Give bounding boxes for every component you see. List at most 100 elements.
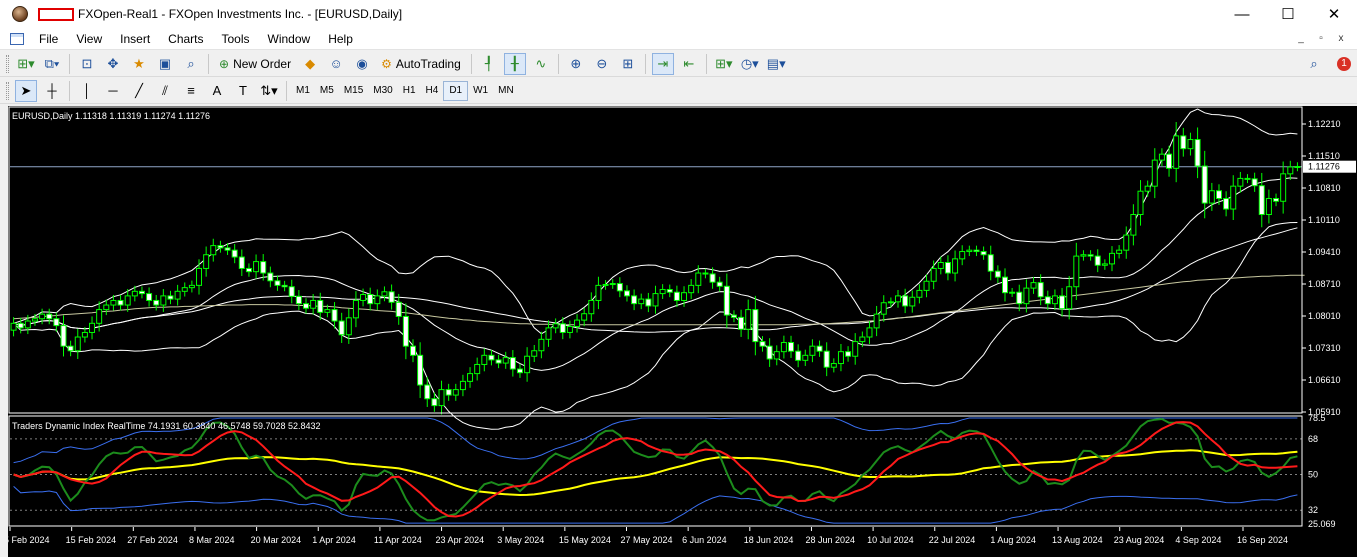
indicators-icon[interactable]: ⊞▾	[713, 53, 735, 75]
tf-d1[interactable]: D1	[443, 80, 469, 101]
candle	[645, 292, 652, 313]
equidistant-channel-icon[interactable]: ⫽	[154, 80, 176, 102]
crosshair-icon[interactable]: ┼	[41, 80, 63, 102]
mdi-minimize-button[interactable]: _	[1293, 32, 1309, 46]
candle-body	[303, 303, 310, 309]
candle	[295, 290, 302, 310]
candle	[609, 279, 616, 289]
candle-body	[673, 291, 680, 301]
tf-w1[interactable]: W1	[468, 81, 493, 101]
candlestick-chart-icon[interactable]: ╂	[503, 52, 526, 75]
candle	[830, 358, 837, 373]
signals-icon[interactable]: ☺	[325, 53, 347, 75]
data-window-icon[interactable]: ✥	[102, 53, 124, 75]
candle-body	[110, 299, 117, 306]
zoom-in-icon[interactable]: ⊕	[565, 53, 587, 75]
candle-body	[1208, 190, 1215, 204]
vertical-line-icon[interactable]: │	[76, 80, 98, 102]
chart-canvas[interactable]: 1.12210 1.11510 1.10810 1.10110 1.09410 1.087…	[8, 106, 1357, 557]
broadcast-icon[interactable]: ◉	[351, 53, 373, 75]
mdi-restore-button[interactable]: ▫	[1313, 32, 1329, 46]
candle	[1265, 189, 1272, 224]
trendline-icon[interactable]: ╱	[128, 80, 150, 102]
candle-body	[1194, 139, 1201, 167]
menu-charts[interactable]: Charts	[159, 32, 212, 46]
zoom-out-icon[interactable]: ⊖	[591, 53, 613, 75]
candle-body	[224, 247, 231, 251]
new-order-button[interactable]: ⊕ New Order	[215, 53, 295, 75]
chart-shift-icon[interactable]: ⇤	[678, 53, 700, 75]
autotrading-button[interactable]: ⚙ AutoTrading	[377, 53, 465, 75]
menu-help[interactable]: Help	[319, 32, 362, 46]
new-order-label: New Order	[233, 56, 292, 71]
fibonacci-icon[interactable]: ≡	[180, 80, 202, 102]
candle-body	[459, 380, 466, 391]
market-watch-icon[interactable]: ⊡	[76, 53, 98, 75]
candle	[67, 340, 74, 357]
time-tick-label: 1 Aug 2024	[990, 535, 1036, 545]
tf-m1[interactable]: M1	[291, 81, 315, 101]
mdi-close-button[interactable]: x	[1333, 32, 1349, 46]
toolbar-grip[interactable]	[6, 54, 9, 73]
chart-window[interactable]: 1.12210 1.11510 1.10810 1.10110 1.09410 1.087…	[8, 106, 1357, 557]
candle-body	[1251, 178, 1258, 187]
tf-m15[interactable]: M15	[339, 81, 368, 101]
minimize-button[interactable]: —	[1219, 0, 1265, 28]
tile-windows-icon[interactable]: ⊞	[617, 53, 639, 75]
candle-body	[688, 284, 695, 294]
line-chart-icon[interactable]: ∿	[530, 53, 552, 75]
profiles-icon[interactable]: ⧉▾	[41, 53, 63, 75]
terminal-icon[interactable]: ▣	[154, 53, 176, 75]
notifications-badge[interactable]: 1	[1337, 56, 1351, 71]
candle-body	[467, 373, 474, 382]
text-label-icon[interactable]: T	[232, 80, 254, 102]
tf-h4[interactable]: H4	[421, 81, 444, 101]
periods-icon[interactable]: ◷▾	[739, 53, 761, 75]
close-button[interactable]: ✕	[1311, 0, 1357, 28]
auto-scroll-icon[interactable]: ⇥	[651, 52, 674, 75]
tf-m30[interactable]: M30	[368, 81, 397, 101]
text-icon[interactable]: A	[206, 80, 228, 102]
bar-chart-icon[interactable]: ┦	[478, 53, 500, 75]
menu-tools[interactable]: Tools	[213, 32, 259, 46]
candle	[602, 280, 609, 290]
time-tick-label: 18 Jun 2024	[744, 535, 794, 545]
candle-body	[752, 309, 759, 343]
candle-body	[153, 299, 160, 306]
candle-body	[916, 289, 923, 298]
candle	[944, 255, 951, 281]
new-chart-icon[interactable]: ⊞▾	[15, 53, 37, 75]
candle-body	[873, 313, 880, 329]
candle	[923, 274, 930, 298]
candle-body	[1073, 255, 1080, 288]
maximize-button[interactable]: ☐	[1265, 0, 1311, 28]
cursor-icon[interactable]: ➤	[15, 79, 37, 102]
templates-icon[interactable]: ▤▾	[765, 53, 788, 75]
candle-body	[1080, 254, 1087, 257]
navigator-icon[interactable]: ★	[128, 53, 150, 75]
chart-window-icon[interactable]	[10, 32, 24, 45]
menu-file[interactable]: File	[30, 32, 67, 46]
app-logo-icon	[12, 6, 28, 22]
candle-body	[723, 285, 730, 316]
candle	[802, 349, 809, 366]
candle	[1237, 171, 1244, 193]
tf-h1[interactable]: H1	[398, 81, 421, 101]
strategy-tester-icon[interactable]: ⌕	[180, 53, 202, 75]
horizontal-line-icon[interactable]: ─	[102, 80, 124, 102]
tf-m5[interactable]: M5	[315, 81, 339, 101]
candle-body	[859, 336, 866, 343]
tf-mn[interactable]: MN	[493, 81, 519, 101]
menu-window[interactable]: Window	[259, 32, 320, 46]
candle-body	[1294, 166, 1301, 169]
search-icon[interactable]: ⌕	[1303, 53, 1325, 75]
candle-body	[288, 286, 295, 297]
arrows-icon[interactable]: ⇅▾	[258, 80, 280, 102]
menu-view[interactable]: View	[67, 32, 111, 46]
candle	[245, 263, 252, 277]
menu-insert[interactable]: Insert	[111, 32, 159, 46]
time-tick-label: 27 May 2024	[621, 535, 673, 545]
toolbar-grip[interactable]	[6, 81, 9, 100]
candle	[509, 350, 516, 377]
metaeditor-icon[interactable]: ◆	[299, 53, 321, 75]
